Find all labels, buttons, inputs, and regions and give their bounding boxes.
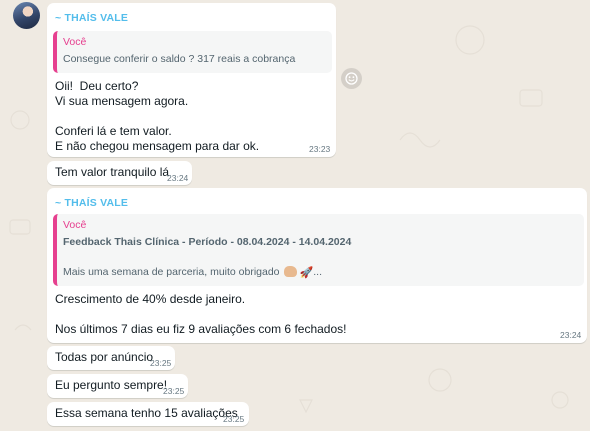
message-bubble-3[interactable]: ~ THAÍS VALE Você Feedback Thais Clínica… — [47, 188, 587, 343]
message-time: 23:25 — [223, 414, 245, 424]
message-text: Crescimento de 40% desde janeiro. Nos úl… — [55, 292, 347, 336]
message-text: Oii! Deu certo? Vi sua mensagem agora. C… — [55, 79, 260, 153]
sender-name[interactable]: ~ THAÍS VALE — [55, 197, 128, 209]
message-time: 23:25 — [150, 358, 172, 368]
quote-ellipsis: ... — [313, 266, 322, 278]
quote-title: Feedback Thais Clínica - Período - 08.04… — [63, 236, 352, 248]
reaction-button[interactable] — [341, 68, 362, 89]
message-bubble-5[interactable]: Eu pergunto sempre! 23:25 — [47, 374, 188, 398]
sender-name[interactable]: ~ THAÍS VALE — [55, 12, 128, 24]
message-time: 23:25 — [163, 386, 185, 396]
fist-bump-emoji — [283, 266, 297, 277]
quote-author: Você — [63, 36, 87, 48]
message-time: 23:23 — [309, 144, 331, 154]
quote-preview: Mais uma semana de parceria, muito obrig… — [63, 266, 322, 279]
message-bubble-6[interactable]: Essa semana tenho 15 avaliações 23:25 — [47, 402, 249, 426]
message-text: Tem valor tranquilo lá — [55, 165, 170, 179]
message-text: Eu pergunto sempre! — [55, 378, 168, 392]
message-bubble-1[interactable]: ~ THAÍS VALE Você Consegue conferir o sa… — [47, 3, 336, 157]
quoted-message[interactable]: Você Feedback Thais Clínica - Período - … — [53, 214, 584, 286]
smiley-icon — [345, 72, 358, 85]
message-bubble-4[interactable]: Todas por anúncio 23:25 — [47, 346, 175, 370]
quoted-message[interactable]: Você Consegue conferir o saldo ? 317 rea… — [53, 31, 332, 73]
quote-text: Consegue conferir o saldo ? 317 reais a … — [63, 53, 296, 65]
contact-avatar[interactable] — [13, 2, 40, 29]
quote-text: Mais uma semana de parceria, muito obrig… — [63, 266, 280, 278]
quote-author: Você — [63, 219, 87, 231]
message-time: 23:24 — [560, 330, 582, 340]
message-bubble-2[interactable]: Tem valor tranquilo lá 23:24 — [47, 161, 192, 185]
rocket-emoji: 🚀 — [299, 267, 314, 279]
message-text: Essa semana tenho 15 avaliações — [55, 406, 238, 420]
message-text: Todas por anúncio — [55, 350, 154, 364]
message-time: 23:24 — [167, 173, 189, 183]
